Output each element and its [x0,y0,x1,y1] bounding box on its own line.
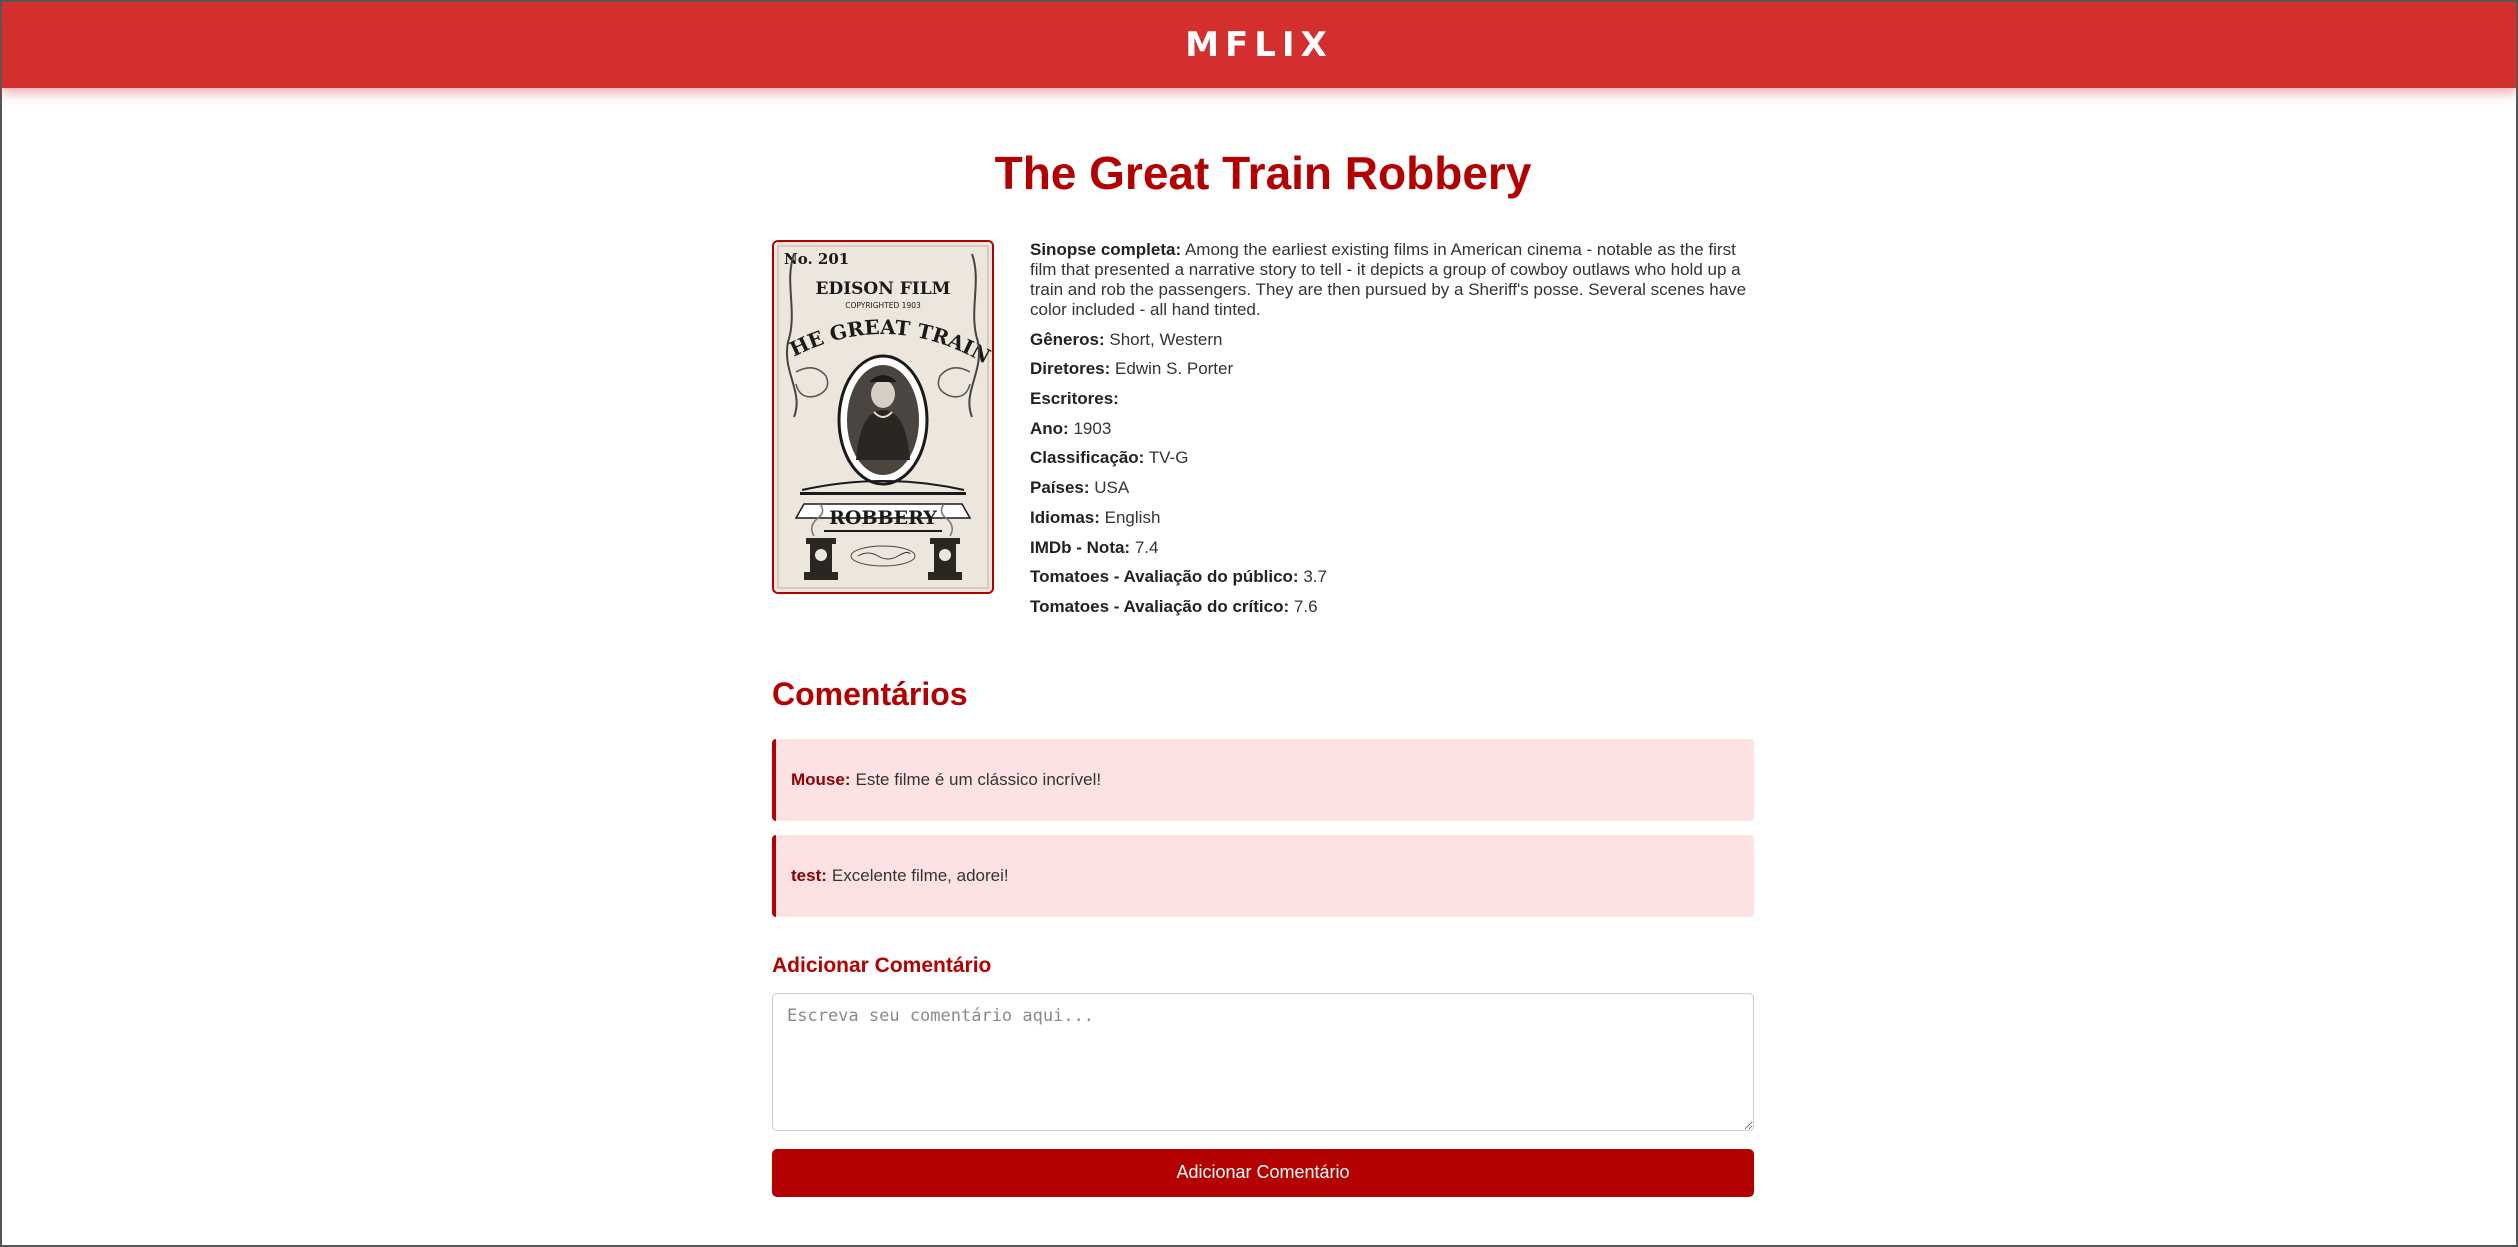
detail-value: 3.7 [1303,567,1327,587]
movie-details-section: No. 201 EDISON FILM COPYRIGHTED 1903 THE… [772,240,1754,627]
poster-illustration: No. 201 EDISON FILM COPYRIGHTED 1903 THE… [774,242,992,592]
detail-writers: Escritores: [1030,389,1754,409]
detail-label: Tomatoes - Avaliação do crítico: [1030,596,1290,616]
detail-genres: Gêneros: Short, Western [1030,330,1754,350]
detail-tomatoes-viewer: Tomatoes - Avaliação do público: 3.7 [1030,567,1754,587]
poster-copyright: COPYRIGHTED 1903 [845,301,921,310]
comment-item: Mouse: Este filme é um clássico incrível… [772,738,1754,821]
add-comment-button[interactable]: Adicionar Comentário [772,1148,1754,1197]
comment-text: Este filme é um clássico incrível! [855,769,1102,789]
detail-label: Ano: [1030,418,1069,438]
detail-value: Edwin S. Porter [1115,359,1234,379]
detail-label: Diretores: [1030,359,1111,379]
detail-label: Sinopse completa: [1030,240,1182,259]
movie-details: Sinopse completa: Among the earliest exi… [1030,240,1754,627]
detail-synopsis: Sinopse completa: Among the earliest exi… [1030,240,1754,320]
detail-label: Países: [1030,478,1090,498]
detail-imdb-rating: IMDb - Nota: 7.4 [1030,538,1754,558]
poster-company: EDISON FILM [816,279,951,299]
comment-author: Mouse: [791,769,851,789]
detail-directors: Diretores: Edwin S. Porter [1030,359,1754,379]
movie-poster: No. 201 EDISON FILM COPYRIGHTED 1903 THE… [772,240,994,594]
detail-tomatoes-critic: Tomatoes - Avaliação do crítico: 7.6 [1030,597,1754,617]
top-navbar: MFLIX [2,2,2516,88]
detail-value: USA [1094,478,1130,498]
comment-text: Excelente filme, adorei! [831,865,1009,885]
detail-rating: Classificação: TV-G [1030,448,1754,468]
poster-number: No. 201 [784,250,849,268]
comments-title: Comentários [772,675,968,712]
comment-item: test: Excelente filme, adorei! [772,834,1754,917]
detail-languages: Idiomas: English [1030,508,1754,528]
detail-value: Short, Western [1109,329,1223,349]
detail-label: Gêneros: [1030,329,1105,349]
detail-label: Classificação: [1030,448,1145,468]
detail-label: IMDb - Nota: [1030,537,1131,557]
detail-value: English [1104,507,1161,527]
detail-value: 7.6 [1293,596,1318,616]
comment-textarea[interactable] [772,992,1754,1131]
add-comment-title: Adicionar Comentário [772,953,992,977]
detail-label: Escritores: [1030,389,1119,409]
detail-year: Ano: 1903 [1030,419,1754,439]
comment-author: test: [791,865,827,885]
detail-value: TV-G [1148,448,1189,468]
detail-value: 7.4 [1134,537,1159,557]
brand-logo[interactable]: MFLIX [1185,25,1333,65]
detail-value: 1903 [1073,418,1112,438]
movie-title: The Great Train Robbery [994,147,1532,199]
detail-countries: Países: USA [1030,478,1754,498]
detail-label: Tomatoes - Avaliação do público: [1030,567,1299,587]
main-content: The Great Train Robbery No. 201 EDISON F… [772,88,1754,1197]
poster-title-bottom: ROBBERY [829,507,937,529]
detail-label: Idiomas: [1030,507,1100,527]
